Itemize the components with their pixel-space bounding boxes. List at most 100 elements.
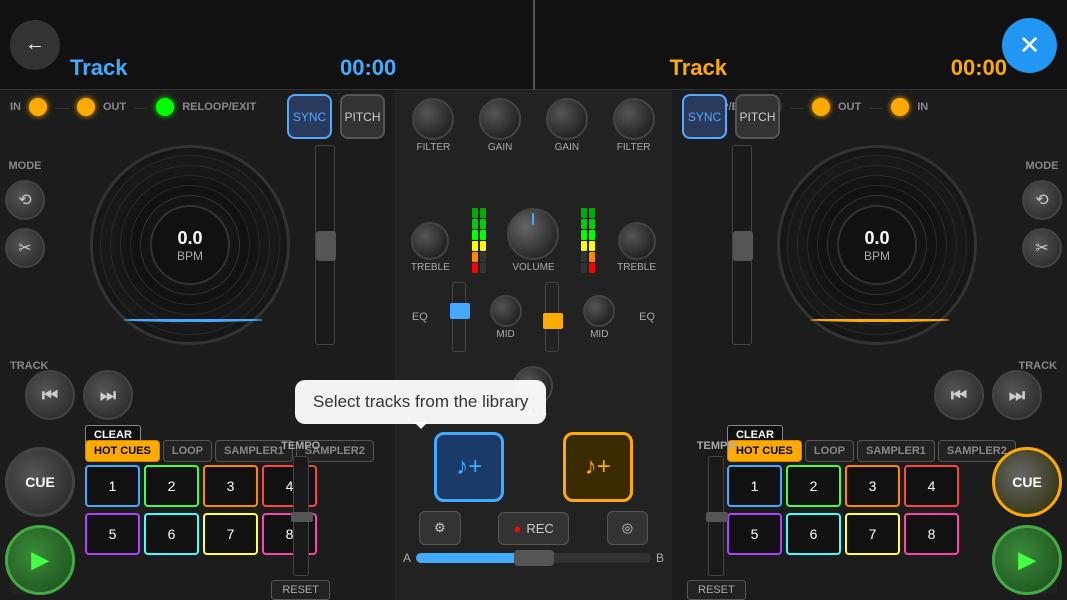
treble-label-right: TREBLE — [617, 262, 656, 273]
prev-track-button-left[interactable]: ⏮ — [25, 370, 75, 420]
gain-knob-left[interactable] — [479, 98, 521, 140]
in-led-right — [891, 98, 909, 116]
add-music-button-left[interactable]: ♪+ — [434, 432, 504, 502]
eq-meter-right — [581, 193, 595, 273]
out-label-right: OUT — [838, 101, 861, 113]
mode-btn2-left[interactable]: ✂ — [5, 228, 45, 268]
tempo-label-left: TEMPO — [281, 440, 320, 452]
mode-btn1-right[interactable]: ⟲ — [1022, 180, 1062, 220]
pad-7-right[interactable]: 7 — [845, 513, 900, 555]
turntable-right[interactable]: 0.0 BPM — [777, 145, 977, 345]
add-music-button-right[interactable]: ♪+ — [563, 432, 633, 502]
prev-track-button-right[interactable]: ⏮ — [934, 370, 984, 420]
pad-4-right[interactable]: 4 — [904, 465, 959, 507]
tempo-handle-right[interactable] — [706, 512, 728, 522]
gain-label-left: GAIN — [488, 142, 512, 153]
volume-knob[interactable] — [507, 208, 559, 260]
cue-button-right[interactable]: CUE — [992, 447, 1062, 517]
time-display-right: 00:00 — [951, 55, 1007, 81]
crossfader-track[interactable] — [416, 553, 651, 563]
pad-6-right[interactable]: 6 — [786, 513, 841, 555]
mid-knob-left[interactable] — [490, 295, 522, 327]
hot-cues-button-left[interactable]: HOT CUES — [85, 440, 160, 462]
eq-label-right: EQ — [639, 311, 655, 323]
back-button[interactable]: ← — [10, 20, 60, 70]
tempo-slider-right[interactable] — [708, 456, 724, 576]
mode-label-right: MODE — [1026, 160, 1059, 172]
treble-knob-left[interactable] — [411, 222, 449, 260]
pitch-button-left[interactable]: PITCH — [340, 94, 385, 139]
crossfader-b-label: B — [656, 551, 664, 565]
pitch-slider-left[interactable] — [315, 145, 335, 345]
in-led-left — [29, 98, 47, 116]
sync-button-right[interactable]: SYNC — [682, 94, 727, 139]
play-button-right[interactable]: ▶ — [992, 525, 1062, 595]
pad-3-left[interactable]: 3 — [203, 465, 258, 507]
out-label-left: OUT — [103, 101, 126, 113]
eq-meter-left — [472, 193, 486, 273]
pad-2-left[interactable]: 2 — [144, 465, 199, 507]
crossfader-handle[interactable] — [514, 550, 554, 566]
filter-label-left: FILTER — [417, 142, 451, 153]
treble-knob-right[interactable] — [618, 222, 656, 260]
volume-label: VOLUME — [512, 262, 554, 273]
fader-handle-right[interactable] — [543, 313, 563, 329]
pitch-slider-right[interactable] — [732, 145, 752, 345]
pad-6-left[interactable]: 6 — [144, 513, 199, 555]
reset-button-left[interactable]: RESET — [271, 580, 330, 600]
sampler1-button-right[interactable]: SAMPLER1 — [857, 440, 935, 462]
filter-knob-right[interactable] — [613, 98, 655, 140]
pads-row1-right: 1 2 3 4 — [727, 465, 959, 507]
next-track-button-right[interactable]: ⏭ — [992, 370, 1042, 420]
turntable-left[interactable]: 0.0 BPM — [90, 145, 290, 345]
gain-label-right: GAIN — [555, 142, 579, 153]
deck-left: IN — OUT — RELOOP/EXIT SYNC PITCH 0.0 — [0, 90, 395, 600]
out-led-left — [77, 98, 95, 116]
pad-2-right[interactable]: 2 — [786, 465, 841, 507]
time-display-left: 00:00 — [340, 55, 396, 81]
mid-knob-right[interactable] — [583, 295, 615, 327]
top-bar: ← Track 00:00 Track 00:00 ✕ — [0, 0, 1067, 90]
cue-button-left[interactable]: CUE — [5, 447, 75, 517]
tempo-handle-left[interactable] — [291, 512, 313, 522]
pad-1-left[interactable]: 1 — [85, 465, 140, 507]
rec-button[interactable]: ● REC — [498, 512, 568, 545]
in-label-left: IN — [10, 101, 21, 113]
tempo-slider-left[interactable] — [293, 456, 309, 576]
pitch-handle-left[interactable] — [316, 231, 336, 261]
channel-fader-left[interactable] — [452, 282, 466, 352]
next-track-button-left[interactable]: ⏭ — [83, 370, 133, 420]
track-label-right: Track — [670, 55, 728, 81]
channel-fader-right[interactable] — [545, 282, 559, 352]
filter-knob-left[interactable] — [412, 98, 454, 140]
reloop-led-left — [156, 98, 174, 116]
fader-handle-left[interactable] — [450, 303, 470, 319]
play-button-left[interactable]: ▶ — [5, 525, 75, 595]
pad-3-right[interactable]: 3 — [845, 465, 900, 507]
in-label-right: IN — [917, 101, 928, 113]
tooltip: Select tracks from the library — [295, 380, 546, 424]
pitch-button-right[interactable]: PITCH — [735, 94, 780, 139]
loop-button-left[interactable]: LOOP — [163, 440, 212, 462]
pad-7-left[interactable]: 7 — [203, 513, 258, 555]
bass-spacer2 — [606, 377, 636, 407]
loop-button-right[interactable]: LOOP — [805, 440, 854, 462]
reset-button-right[interactable]: RESET — [687, 580, 746, 600]
mode-btn1-left[interactable]: ⟲ — [5, 180, 45, 220]
gain-knob-right[interactable] — [546, 98, 588, 140]
mid-label-left: MID — [496, 329, 514, 340]
pads-row2-right: 5 6 7 8 — [727, 513, 959, 555]
treble-label-left: TREBLE — [411, 262, 450, 273]
track-label-left: Track — [70, 55, 128, 81]
reloop-label-left: RELOOP/EXIT — [182, 101, 256, 113]
deck-right: RELOOP/EXIT — OUT — IN SYNC PITCH 0.0 BP… — [672, 90, 1067, 600]
pad-5-left[interactable]: 5 — [85, 513, 140, 555]
pad-8-right[interactable]: 8 — [904, 513, 959, 555]
mode-btn2-right[interactable]: ✂ — [1022, 228, 1062, 268]
sync-button-left[interactable]: SYNC — [287, 94, 332, 139]
pitch-handle-right[interactable] — [733, 231, 753, 261]
crossfader-a-label: A — [403, 551, 411, 565]
equalizer-button[interactable]: ⚙ — [419, 511, 461, 545]
close-button[interactable]: ✕ — [1002, 18, 1057, 73]
headphone-button[interactable]: ◎ — [607, 511, 648, 545]
